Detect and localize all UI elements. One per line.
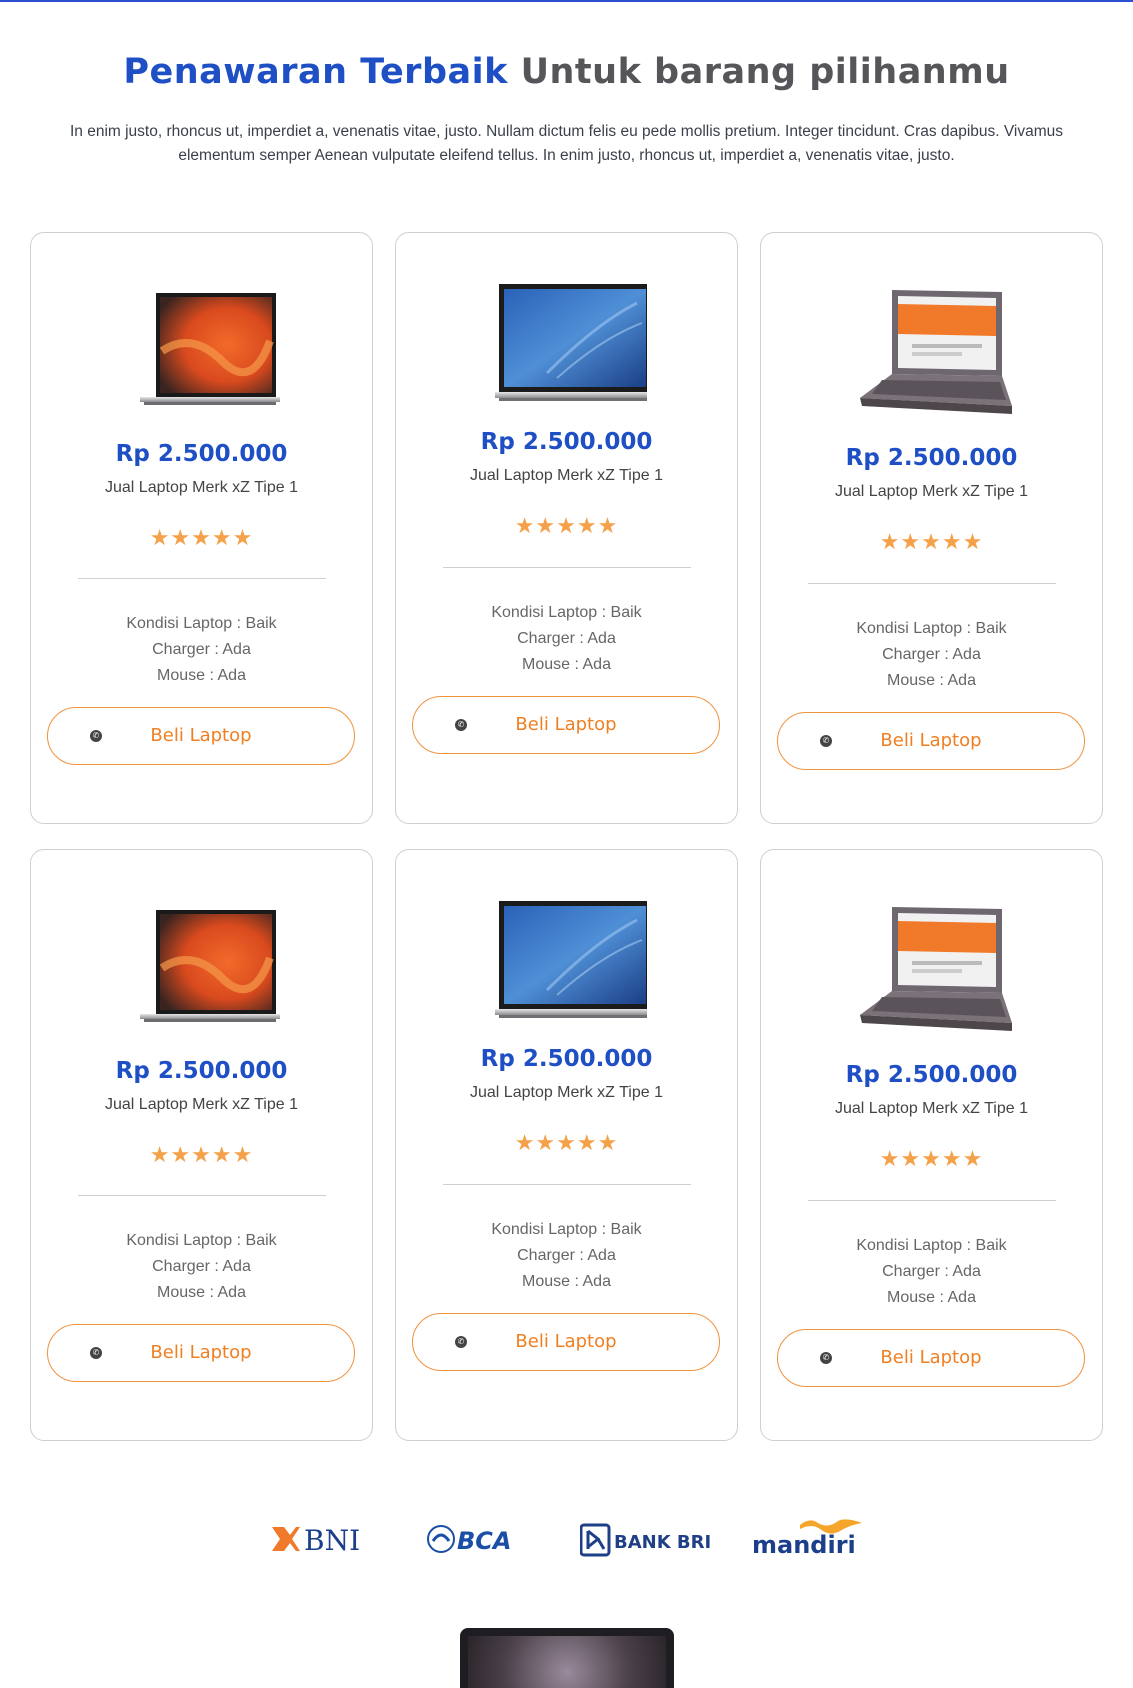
laptop-image [859, 907, 1012, 1031]
top-accent-line [0, 0, 1133, 2]
product-card: Rp 2.500.000 Jual Laptop Merk xZ Tipe 1 … [395, 232, 738, 824]
product-name: Jual Laptop Merk xZ Tipe 1 [470, 1084, 663, 1101]
buy-laptop-button[interactable]: ✆ Beli Laptop [412, 1313, 720, 1371]
star-rating: ★★★★★ [514, 1130, 619, 1155]
buy-laptop-label: Beli Laptop [150, 1342, 252, 1363]
product-name: Jual Laptop Merk xZ Tipe 1 [835, 483, 1028, 500]
star-rating: ★★★★★ [879, 1146, 984, 1171]
product-name: Jual Laptop Merk xZ Tipe 1 [470, 467, 663, 484]
star-rating: ★★★★★ [149, 525, 254, 550]
spec-mouse: Mouse : Ada [887, 672, 976, 689]
product-card: Rp 2.500.000 Jual Laptop Merk xZ Tipe 1 … [760, 232, 1103, 824]
bank-logo-mandiri: mandiri [752, 1515, 867, 1564]
section-description: In enim justo, rhoncus ut, imperdiet a, … [69, 123, 1064, 164]
product-name: Jual Laptop Merk xZ Tipe 1 [105, 1096, 298, 1113]
product-name: Jual Laptop Merk xZ Tipe 1 [105, 479, 298, 496]
spec-mouse: Mouse : Ada [157, 1284, 246, 1301]
product-card: Rp 2.500.000 Jual Laptop Merk xZ Tipe 1 … [30, 849, 373, 1441]
laptop-image [494, 901, 647, 1018]
buy-laptop-button[interactable]: ✆ Beli Laptop [47, 1324, 355, 1382]
card-divider [808, 1200, 1056, 1201]
card-divider [78, 578, 326, 579]
spec-charger: Charger : Ada [882, 1263, 981, 1280]
spec-mouse: Mouse : Ada [157, 667, 246, 684]
bank-logo-bca: BCA [427, 1523, 519, 1560]
svg-text:BCA: BCA [457, 1527, 511, 1555]
product-price: Rp 2.500.000 [845, 1062, 1018, 1088]
card-divider [78, 1195, 326, 1196]
bank-logos: BNI BCA BANK BRI mandiri [0, 1515, 1133, 1565]
product-card: Rp 2.500.000 Jual Laptop Merk xZ Tipe 1 … [395, 849, 738, 1441]
svg-text:mandiri: mandiri [752, 1531, 856, 1559]
buy-laptop-button[interactable]: ✆ Beli Laptop [777, 712, 1085, 770]
buy-laptop-label: Beli Laptop [515, 1331, 617, 1352]
laptop-image [494, 284, 647, 401]
spec-kondisi: Kondisi Laptop : Baik [491, 1221, 642, 1238]
product-price: Rp 2.500.000 [480, 1046, 653, 1072]
svg-text:BNI: BNI [304, 1524, 360, 1555]
spec-charger: Charger : Ada [152, 641, 251, 658]
product-price: Rp 2.500.000 [115, 441, 288, 467]
spec-charger: Charger : Ada [517, 630, 616, 647]
buy-laptop-button[interactable]: ✆ Beli Laptop [412, 696, 720, 754]
buy-laptop-button[interactable]: ✆ Beli Laptop [777, 1329, 1085, 1387]
spec-kondisi: Kondisi Laptop : Baik [126, 615, 277, 632]
spec-charger: Charger : Ada [517, 1247, 616, 1264]
product-card: Rp 2.500.000 Jual Laptop Merk xZ Tipe 1 … [760, 849, 1103, 1441]
product-name: Jual Laptop Merk xZ Tipe 1 [835, 1100, 1028, 1117]
spec-kondisi: Kondisi Laptop : Baik [126, 1232, 277, 1249]
svg-text:BANK BRI: BANK BRI [614, 1532, 710, 1553]
product-price: Rp 2.500.000 [115, 1058, 288, 1084]
laptop-image [859, 290, 1012, 414]
star-rating: ★★★★★ [149, 1142, 254, 1167]
buy-laptop-button[interactable]: ✆ Beli Laptop [47, 707, 355, 765]
section-title-accent: Penawaran Terbaik [123, 52, 508, 92]
section-title-rest: Untuk barang pilihanmu [520, 52, 1010, 92]
star-rating: ★★★★★ [514, 513, 619, 538]
laptop-image [139, 910, 280, 1022]
product-price: Rp 2.500.000 [480, 429, 653, 455]
card-divider [443, 567, 691, 568]
spec-kondisi: Kondisi Laptop : Baik [856, 620, 1007, 637]
spec-kondisi: Kondisi Laptop : Baik [856, 1237, 1007, 1254]
buy-laptop-label: Beli Laptop [880, 730, 982, 751]
spec-kondisi: Kondisi Laptop : Baik [491, 604, 642, 621]
product-card: Rp 2.500.000 Jual Laptop Merk xZ Tipe 1 … [30, 232, 373, 824]
star-rating: ★★★★★ [879, 529, 984, 554]
bottom-laptop-screen [468, 1636, 666, 1688]
card-divider [808, 583, 1056, 584]
spec-charger: Charger : Ada [882, 646, 981, 663]
spec-charger: Charger : Ada [152, 1258, 251, 1275]
buy-laptop-label: Beli Laptop [150, 725, 252, 746]
section-title: Penawaran Terbaik Untuk barang pilihanmu [0, 52, 1133, 92]
spec-mouse: Mouse : Ada [522, 1273, 611, 1290]
spec-mouse: Mouse : Ada [522, 656, 611, 673]
card-divider [443, 1184, 691, 1185]
bank-logo-bni: BNI [270, 1523, 370, 1560]
buy-laptop-label: Beli Laptop [880, 1347, 982, 1368]
bank-logo-bri: BANK BRI [579, 1523, 711, 1562]
bottom-laptop-image [460, 1628, 674, 1688]
buy-laptop-label: Beli Laptop [515, 714, 617, 735]
spec-mouse: Mouse : Ada [887, 1289, 976, 1306]
product-price: Rp 2.500.000 [845, 445, 1018, 471]
laptop-image [139, 293, 280, 405]
